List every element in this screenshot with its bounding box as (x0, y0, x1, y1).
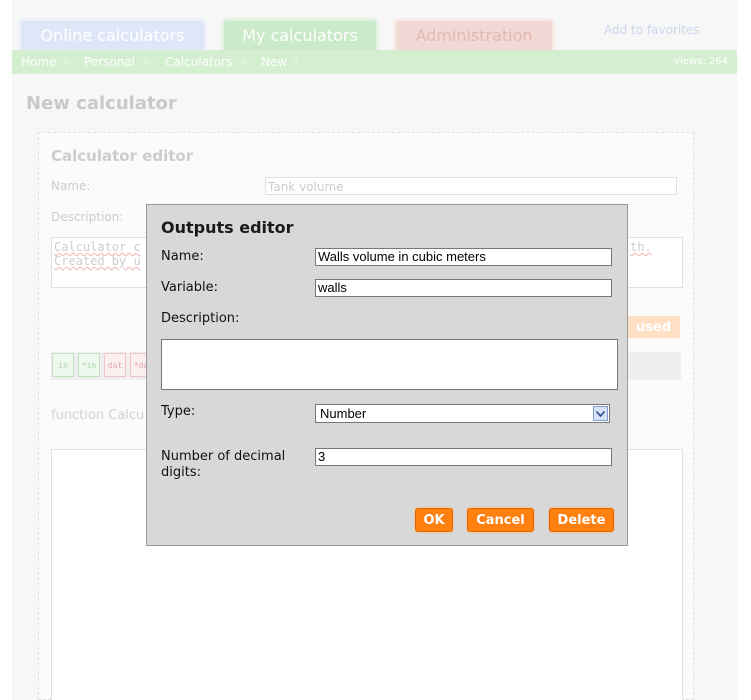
variable-label: Variable: (161, 280, 219, 295)
tab-my-calculators[interactable]: My calculators (221, 18, 379, 50)
outputs-editor-dialog: Outputs editor Name: Walls volume in cub… (146, 204, 628, 546)
page-title: New calculator (26, 93, 177, 114)
breadcrumb-calculators[interactable]: Calculators (165, 55, 232, 69)
breadcrumb-new[interactable]: New (261, 55, 287, 69)
type-select[interactable]: Number (315, 404, 610, 423)
dialog-title: Outputs editor (161, 218, 294, 237)
add-to-favorites-link[interactable]: Add to favorites (604, 23, 700, 37)
toolbar-data-button[interactable]: dat (104, 353, 126, 377)
breadcrumb: Home » Personal » Calculators » New » Vi… (12, 50, 737, 74)
editor-title: Calculator editor (51, 147, 194, 165)
breadcrumb-separator-icon: » (143, 54, 151, 68)
function-label: function Calcu (51, 408, 145, 423)
tab-label: Administration (415, 26, 533, 45)
toolbar-required-input-button[interactable]: *in (78, 353, 100, 377)
calculator-name-input[interactable]: Tank volume (265, 177, 677, 195)
type-label: Type: (161, 404, 196, 419)
breadcrumb-separator-icon: » (240, 54, 248, 68)
breadcrumb-separator-icon: » (292, 54, 300, 68)
name-label: Name: (51, 179, 91, 193)
ok-button[interactable]: OK (415, 508, 453, 532)
tab-label: My calculators (242, 26, 358, 45)
used-button[interactable]: used (627, 316, 680, 338)
cancel-button[interactable]: Cancel (467, 508, 534, 532)
output-description-textarea[interactable] (161, 339, 618, 390)
breadcrumb-personal[interactable]: Personal (84, 55, 135, 69)
breadcrumb-home[interactable]: Home (21, 55, 56, 69)
delete-button[interactable]: Delete (549, 508, 614, 532)
output-name-input[interactable]: Walls volume in cubic meters (315, 248, 612, 266)
views-count: Views: 264 (673, 56, 728, 67)
breadcrumb-separator-icon: » (63, 54, 71, 68)
type-select-value: Number (320, 406, 367, 421)
decimal-digits-label: Number of decimal digits: (161, 449, 286, 480)
tab-label: Online calculators (40, 26, 185, 45)
tab-administration[interactable]: Administration (393, 18, 555, 50)
output-description-label: Description: (161, 311, 240, 326)
decimal-digits-input[interactable]: 3 (315, 448, 612, 466)
tab-online-calculators[interactable]: Online calculators (18, 18, 207, 50)
description-label: Description: (51, 210, 124, 224)
chevron-down-icon[interactable] (593, 406, 608, 421)
toolbar-input-button[interactable]: in (52, 353, 74, 377)
output-name-label: Name: (161, 249, 204, 264)
variable-input[interactable]: walls (315, 279, 612, 297)
